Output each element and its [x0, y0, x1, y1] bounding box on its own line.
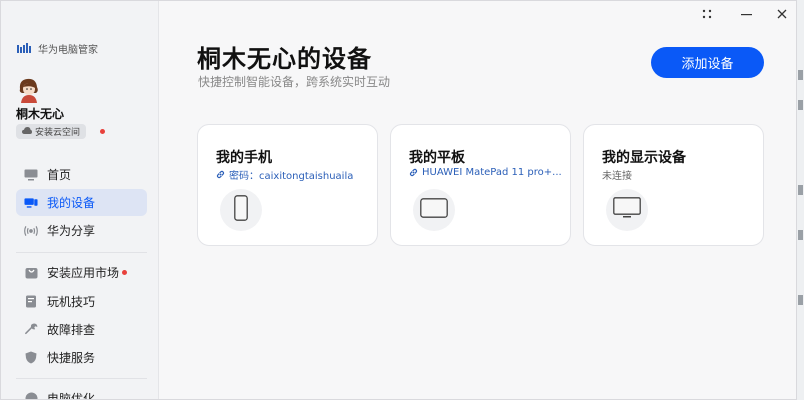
- sidebar: 华为电脑管家 桐木无心 安装云空间 首页 我的设备 华为分享 安装应用市场 玩机…: [1, 1, 159, 400]
- display-icon: [613, 197, 641, 223]
- nav-label: 安装应用市场: [47, 266, 120, 280]
- device-card-status: 密码：caixitongtaishuaila: [216, 167, 353, 182]
- tips-book-icon: [24, 295, 38, 309]
- nav-item-troubleshoot[interactable]: 故障排查: [16, 316, 147, 343]
- nav-label: 我的设备: [47, 196, 96, 210]
- desktop-background: [797, 0, 804, 400]
- nav-item-pc-optimize[interactable]: 电脑优化: [16, 385, 147, 400]
- nav-item-huawei-share[interactable]: 华为分享: [16, 217, 147, 244]
- minimize-button[interactable]: [737, 7, 755, 23]
- cloud-space-label: 安装云空间: [35, 128, 81, 138]
- add-device-button[interactable]: 添加设备: [651, 47, 764, 78]
- monitor-icon: [24, 168, 38, 182]
- notification-dot: [122, 270, 127, 275]
- page-subtitle: 快捷控制智能设备，跨系统实时互动: [198, 75, 391, 89]
- phone-icon: [234, 195, 248, 225]
- link-icon: [216, 170, 225, 179]
- device-card-status: HUAWEI MatePad 11 pro+...: [409, 167, 562, 178]
- username: 桐木无心: [16, 107, 65, 121]
- notification-dot: [100, 129, 105, 134]
- nav-label: 故障排查: [47, 323, 96, 337]
- wrench-icon: [24, 323, 38, 337]
- nav-item-quick-service[interactable]: 快捷服务: [16, 344, 147, 371]
- page-title: 桐木无心的设备: [197, 45, 372, 73]
- device-icon-circle: [220, 189, 262, 231]
- brand: 华为电脑管家: [17, 41, 98, 56]
- grid-dots-icon: [702, 8, 712, 22]
- devices-icon: [24, 196, 38, 210]
- sidebar-divider: [16, 252, 147, 253]
- device-card-title: 我的平板: [409, 150, 465, 166]
- app-window: 华为电脑管家 桐木无心 安装云空间 首页 我的设备 华为分享 安装应用市场 玩机…: [0, 0, 797, 400]
- main-content: 桐木无心的设备 快捷控制智能设备，跨系统实时互动 添加设备 我的手机 密码：ca…: [160, 1, 796, 399]
- nav-label: 华为分享: [47, 224, 96, 238]
- nav-item-tips[interactable]: 玩机技巧: [16, 288, 147, 315]
- pin-button[interactable]: [698, 7, 716, 23]
- device-icon-circle: [413, 189, 455, 231]
- device-card-status-text: 密码：caixitongtaishuaila: [229, 171, 354, 182]
- huawei-pc-manager-logo-icon: [17, 42, 31, 56]
- link-icon: [409, 168, 418, 177]
- shield-icon: [24, 351, 38, 365]
- device-card-status-text: 未连接: [602, 171, 632, 182]
- cloud-icon: [22, 126, 32, 137]
- device-card-phone[interactable]: 我的手机 密码：caixitongtaishuaila: [197, 124, 378, 246]
- app-name: 华为电脑管家: [38, 45, 98, 56]
- device-card-display[interactable]: 我的显示设备 未连接: [583, 124, 764, 246]
- nav-label: 首页: [47, 168, 72, 182]
- device-card-title: 我的显示设备: [602, 150, 686, 166]
- optimize-icon: [24, 392, 38, 399]
- close-button[interactable]: [773, 7, 791, 23]
- avatar[interactable]: [17, 77, 41, 103]
- share-wave-icon: [24, 224, 38, 238]
- sidebar-divider: [16, 378, 147, 379]
- store-bag-icon: [24, 266, 38, 280]
- nav-label: 玩机技巧: [47, 295, 96, 309]
- device-card-status: 未连接: [602, 167, 632, 182]
- device-icon-circle: [606, 189, 648, 231]
- minimize-icon: [740, 8, 752, 22]
- cloud-space-badge[interactable]: 安装云空间: [16, 124, 87, 139]
- nav-item-home[interactable]: 首页: [16, 161, 147, 188]
- nav-item-app-market[interactable]: 安装应用市场: [16, 259, 147, 286]
- nav-item-my-devices[interactable]: 我的设备: [16, 189, 147, 216]
- nav-label: 快捷服务: [47, 351, 96, 365]
- device-card-title: 我的手机: [216, 150, 272, 166]
- close-icon: [777, 8, 787, 22]
- device-card-status-text: HUAWEI MatePad 11 pro+...: [422, 167, 562, 178]
- nav-label: 电脑优化: [47, 392, 96, 400]
- device-card-tablet[interactable]: 我的平板 HUAWEI MatePad 11 pro+...: [390, 124, 571, 246]
- tablet-icon: [420, 198, 448, 222]
